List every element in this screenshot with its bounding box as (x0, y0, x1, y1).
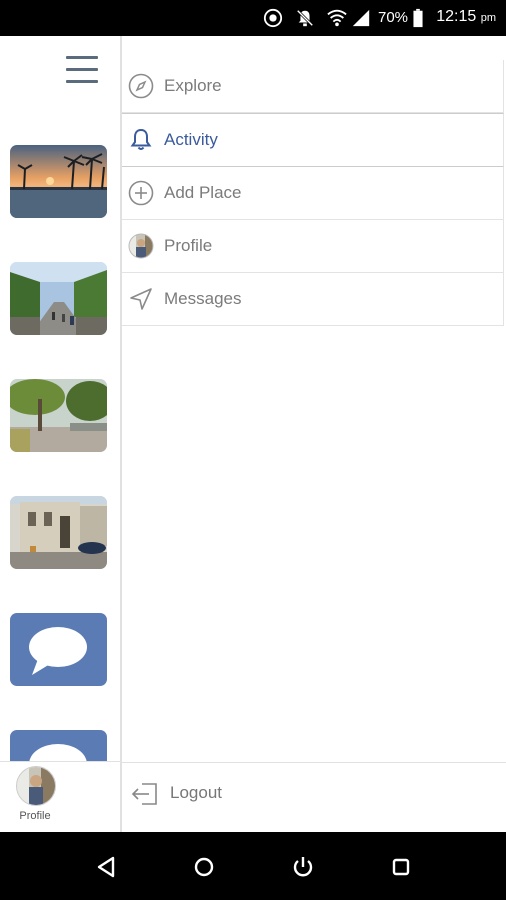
sync-icon (263, 8, 283, 28)
menu-item-label: Activity (164, 130, 218, 149)
avatar-icon (128, 233, 154, 259)
menu-item-label: Add Place (164, 183, 242, 202)
status-bar: 70% 12:15 pm (0, 0, 506, 36)
hamburger-menu-icon[interactable] (66, 56, 98, 84)
logout-icon (131, 783, 157, 805)
clock-time: 12:15 (436, 8, 477, 25)
plus-circle-icon (128, 180, 154, 206)
power-icon[interactable] (290, 854, 316, 880)
sunset-pool-photo[interactable] (10, 145, 107, 218)
battery-percentage: 70% (378, 9, 409, 26)
left-rail: Profile (0, 36, 122, 832)
notifications-off-icon (296, 9, 314, 27)
menu-item-label: Explore (164, 76, 222, 95)
menu-item-messages[interactable]: Messages (122, 273, 504, 326)
menu-item-label: Messages (164, 289, 242, 308)
park-trees-photo[interactable] (10, 379, 107, 452)
rail-profile-label: Profile (19, 810, 51, 822)
compass-icon (128, 73, 154, 99)
clock-suffix: pm (480, 12, 496, 24)
logout-label: Logout (170, 783, 222, 802)
building-street-photo[interactable] (10, 496, 107, 569)
menu-item-explore[interactable]: Explore (122, 60, 504, 113)
rail-profile-tab[interactable]: Profile (0, 761, 120, 832)
avatar (16, 766, 56, 806)
logout-button[interactable]: Logout (122, 762, 506, 833)
menu-item-add-place[interactable]: Add Place (122, 167, 504, 220)
chat-bubble-thumbnail[interactable] (10, 613, 107, 686)
back-icon[interactable] (93, 854, 119, 880)
navigation-bar (0, 832, 506, 900)
bell-icon (130, 128, 152, 150)
recents-icon[interactable] (388, 854, 414, 880)
menu-item-profile[interactable]: Profile (122, 220, 504, 273)
menu-item-label: Profile (164, 236, 213, 255)
home-icon[interactable] (191, 854, 217, 880)
side-menu: Explore Activity Add Place Profile Messa… (122, 60, 504, 326)
clock: 12:15 pm (436, 8, 496, 26)
signal-icon (352, 9, 370, 27)
wifi-icon (327, 9, 347, 27)
battery-icon (413, 8, 423, 28)
menu-item-activity[interactable]: Activity (122, 113, 504, 167)
tree-lined-street-photo[interactable] (10, 262, 107, 335)
send-icon (130, 288, 152, 310)
